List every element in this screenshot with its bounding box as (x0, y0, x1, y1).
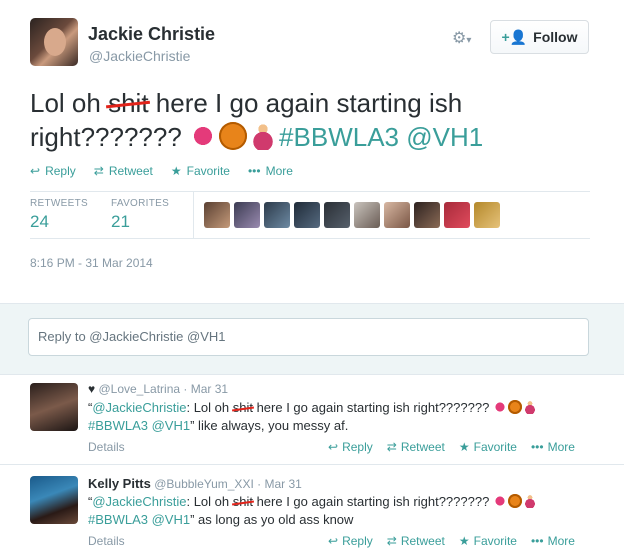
tweet-text: Lol oh shit here I go again starting ish… (30, 88, 484, 152)
mention-link[interactable]: @VH1 (152, 418, 191, 433)
reply-input[interactable]: Reply to @JackieChristie @VH1 (28, 318, 589, 356)
reply-text: “@JackieChristie: Lol oh shit here I go … (88, 493, 588, 529)
follow-button[interactable]: +👤 Follow (490, 20, 589, 54)
mention-link[interactable]: @JackieChristie (92, 400, 186, 415)
reply-button[interactable]: ↩ Reply (328, 534, 373, 548)
retweets-stat[interactable]: RETWEETS 24 (30, 198, 88, 232)
kiss-mark-icon (189, 122, 218, 150)
star-icon: ★ (458, 440, 470, 454)
star-icon: ★ (458, 534, 470, 548)
dancer-icon (522, 400, 537, 414)
reply-button[interactable]: ↩ Reply (30, 164, 76, 178)
stats-divider (193, 192, 194, 238)
avatar[interactable] (324, 202, 350, 228)
mention-link[interactable]: @VH1 (152, 512, 191, 527)
basketball-icon (219, 122, 248, 150)
avatar[interactable] (354, 202, 380, 228)
avatar[interactable] (30, 476, 78, 524)
divider (0, 464, 624, 465)
reply-handle[interactable]: @BubbleYum_XXI (154, 477, 254, 491)
star-icon: ★ (170, 164, 182, 178)
reply-header: Kelly Pitts @BubbleYum_XXI · Mar 31 (88, 476, 302, 491)
avatar[interactable] (444, 202, 470, 228)
more-button[interactable]: ••• More (531, 534, 575, 548)
reply-actions: ↩ Reply ⇄ Retweet ★ Favorite ••• More (328, 534, 575, 548)
reply-icon: ↩ (328, 440, 339, 454)
more-button[interactable]: ••• More (531, 440, 575, 454)
reply-date[interactable]: Mar 31 (191, 382, 228, 396)
favorites-stat[interactable]: FAVORITES 21 (111, 198, 169, 232)
reply-button[interactable]: ↩ Reply (328, 440, 373, 454)
retweet-button[interactable]: ⇄ Retweet (94, 164, 153, 178)
kiss-mark-icon (492, 400, 507, 414)
more-icon: ••• (247, 164, 261, 178)
retweet-button[interactable]: ⇄ Retweet (387, 534, 445, 548)
avatar[interactable] (294, 202, 320, 228)
reply-header: ♥ @Love_Latrina · Mar 31 (88, 382, 229, 396)
reply-icon: ↩ (328, 534, 339, 548)
mention-link[interactable]: @JackieChristie (92, 494, 186, 509)
tweet-actions: ↩ Reply ⇄ Retweet ★ Favorite ••• More (30, 164, 293, 178)
divider (30, 191, 590, 192)
kiss-mark-icon (492, 494, 507, 508)
heart-icon: ♥ (88, 382, 96, 396)
tweet-timestamp[interactable]: 8:16 PM - 31 Mar 2014 (30, 256, 153, 270)
more-button[interactable]: ••• More (248, 164, 293, 178)
mention-link[interactable]: @VH1 (406, 122, 483, 152)
dancer-icon (522, 494, 537, 508)
avatar[interactable] (474, 202, 500, 228)
retweet-icon: ⇄ (386, 534, 397, 548)
more-icon: ••• (530, 440, 544, 454)
reply-name[interactable]: Kelly Pitts (88, 476, 151, 491)
reply-icon: ↩ (30, 164, 41, 178)
favorite-button[interactable]: ★ Favorite (459, 534, 517, 548)
avatar[interactable] (384, 202, 410, 228)
divider (30, 238, 590, 239)
avatar[interactable] (264, 202, 290, 228)
dancer-icon (249, 122, 278, 150)
retweet-button[interactable]: ⇄ Retweet (387, 440, 445, 454)
details-link[interactable]: Details (88, 534, 125, 548)
avatar[interactable] (204, 202, 230, 228)
avatar[interactable] (234, 202, 260, 228)
gear-icon[interactable]: ⚙▾ (452, 28, 471, 48)
favorite-button[interactable]: ★ Favorite (171, 164, 230, 178)
avatar[interactable] (414, 202, 440, 228)
hashtag-link[interactable]: #BBWLA3 (88, 512, 148, 527)
basketball-icon (507, 494, 522, 508)
profile-avatar[interactable] (30, 18, 78, 66)
reply-handle[interactable]: @Love_Latrina (98, 382, 180, 396)
divider (0, 374, 624, 375)
retweet-icon: ⇄ (93, 164, 104, 178)
follow-label: Follow (533, 29, 578, 45)
reply-text: “@JackieChristie: Lol oh shit here I go … (88, 399, 588, 435)
details-link[interactable]: Details (88, 440, 125, 454)
add-user-icon: +👤 (501, 28, 528, 45)
reply-actions: ↩ Reply ⇄ Retweet ★ Favorite ••• More (328, 440, 575, 454)
more-icon: ••• (530, 534, 544, 548)
favorite-button[interactable]: ★ Favorite (459, 440, 517, 454)
hashtag-link[interactable]: #BBWLA3 (88, 418, 148, 433)
struck-word: shit (108, 88, 149, 118)
retweet-icon: ⇄ (386, 440, 397, 454)
profile-name[interactable]: Jackie Christie (88, 24, 215, 45)
avatar[interactable] (30, 383, 78, 431)
favoriters-avatars (204, 202, 500, 228)
profile-handle[interactable]: @JackieChristie (89, 48, 190, 64)
hashtag-link[interactable]: #BBWLA3 (279, 122, 399, 152)
reply-date[interactable]: Mar 31 (264, 477, 301, 491)
basketball-icon (507, 400, 522, 414)
